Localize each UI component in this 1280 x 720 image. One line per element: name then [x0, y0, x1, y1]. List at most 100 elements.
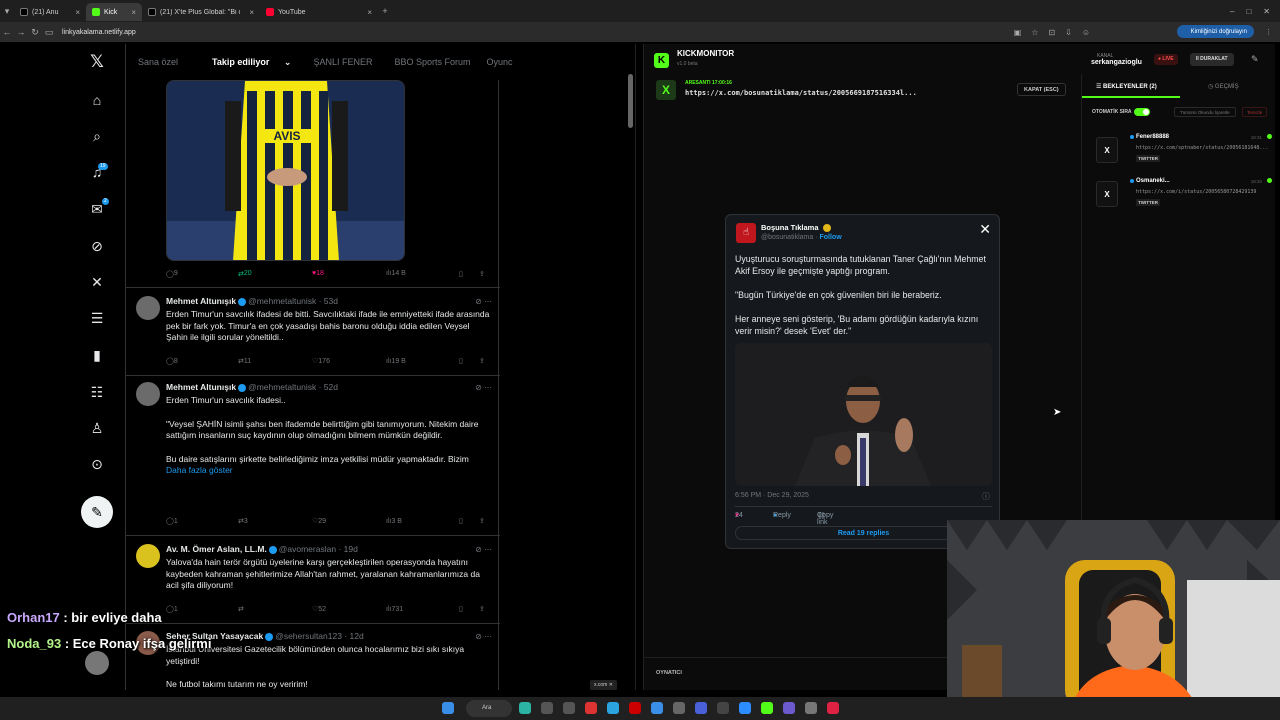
card-author[interactable]: Boşuna Tıklama: [761, 223, 833, 233]
start-icon[interactable]: [442, 702, 454, 714]
menu-icon[interactable]: ⋮: [1265, 28, 1272, 36]
bookmarks-icon[interactable]: ▮: [89, 347, 105, 363]
card-avatar[interactable]: ☝: [736, 223, 756, 243]
close-tab-icon[interactable]: ×: [131, 8, 136, 17]
grok-icon[interactable]: ⊘: [89, 238, 105, 254]
tab-following[interactable]: Takip ediliyor ⌄: [200, 57, 291, 68]
card-video[interactable]: [735, 343, 992, 486]
tab-bbo-sports[interactable]: BBO Sports Forum: [394, 57, 470, 67]
clear-button[interactable]: Temizle: [1242, 107, 1268, 117]
repost-button[interactable]: ⇄ 20: [238, 270, 252, 278]
repost-button[interactable]: ⇄ 3: [238, 516, 248, 528]
app-icon[interactable]: [695, 702, 707, 714]
bookmark-icon[interactable]: ▯: [459, 604, 463, 616]
close-window-icon[interactable]: ✕: [1263, 7, 1270, 16]
close-icon[interactable]: ✕: [979, 221, 991, 238]
repost-button[interactable]: ⇄ 11: [238, 356, 251, 368]
show-more-link[interactable]: Daha fazla göster: [166, 465, 492, 477]
taskbar-search[interactable]: Ara: [466, 700, 512, 717]
auto-queue-toggle[interactable]: [1134, 108, 1150, 116]
tab-oyunc[interactable]: Oyunc: [487, 57, 513, 67]
minimize-icon[interactable]: –: [1230, 7, 1234, 16]
tab-sanli-fener[interactable]: ŞANLI FENER: [313, 57, 372, 67]
tab-kick[interactable]: Kick ×: [86, 3, 142, 21]
bookmark-icon[interactable]: ▯: [459, 516, 463, 528]
bookmark-icon[interactable]: ▯: [459, 356, 463, 368]
tweet-author[interactable]: Mehmet Altunışık @mehmetaltunisk · 52d: [166, 382, 338, 394]
netflix-icon[interactable]: [629, 702, 641, 714]
more-options-icon[interactable]: ⊘ ⋯: [475, 382, 492, 394]
tweet-2[interactable]: Mehmet Altunışık @mehmetaltunisk · 52d ⊘ …: [126, 382, 500, 536]
repost-button[interactable]: ⇄: [238, 604, 244, 616]
views-count[interactable]: ılı 3 B: [386, 516, 402, 528]
reply-button[interactable]: ◯ 8: [166, 356, 178, 368]
mark-all-read-button[interactable]: Tümünü Okundu İşaretle: [1174, 107, 1236, 117]
tab-for-you[interactable]: Sana özel: [138, 57, 178, 67]
bookmark-icon[interactable]: ▯: [459, 270, 463, 278]
zoom-icon[interactable]: [739, 702, 751, 714]
telegram-icon[interactable]: [607, 702, 619, 714]
queue-item[interactable]: X Fener88888 https://x.com/sptnaber/stat…: [1092, 133, 1274, 171]
edit-icon[interactable]: ✎: [1251, 54, 1259, 65]
communities-icon[interactable]: ☷: [89, 384, 105, 400]
like-button[interactable]: ♡ 29: [312, 516, 326, 528]
reply-button[interactable]: ◯ 9: [166, 270, 178, 278]
app-icon[interactable]: [541, 702, 553, 714]
x-logo-icon[interactable]: 𝕏: [89, 53, 105, 70]
maximize-icon[interactable]: □: [1246, 7, 1251, 16]
verify-identity-button[interactable]: Kimliğinizi doğrulayın: [1176, 25, 1254, 38]
pause-button[interactable]: II DURAKLAT: [1190, 53, 1234, 66]
more-icon[interactable]: ⊙: [89, 456, 105, 472]
tweet-author[interactable]: Mehmet Altunışık @mehmetaltunisk · 53d: [166, 296, 338, 308]
info-icon[interactable]: ⓘ: [982, 491, 990, 502]
share-icon[interactable]: ⇪: [479, 270, 485, 278]
reply-button[interactable]: ◯ 1: [166, 604, 178, 616]
app-icon[interactable]: [585, 702, 597, 714]
tab-menu-icon[interactable]: ▾: [0, 6, 14, 17]
like-button[interactable]: ♡ 52: [312, 604, 326, 616]
app-icon[interactable]: [673, 702, 685, 714]
follow-button[interactable]: Follow: [819, 234, 841, 241]
views-count[interactable]: ılı 14 B: [386, 270, 406, 277]
share-icon[interactable]: ⇪: [479, 604, 485, 616]
app-icon[interactable]: [783, 702, 795, 714]
views-count[interactable]: ılı 731: [386, 604, 403, 616]
avatar[interactable]: [136, 296, 160, 320]
app-icon[interactable]: [519, 702, 531, 714]
profile-icon[interactable]: ♙: [89, 420, 105, 436]
account-avatar[interactable]: [85, 651, 109, 675]
url-field[interactable]: linkyakalama.netlify.app: [62, 29, 136, 36]
chrome-icon[interactable]: [651, 702, 663, 714]
app-icon[interactable]: [827, 702, 839, 714]
home-icon[interactable]: ⌂: [89, 92, 105, 108]
back-icon[interactable]: ←: [0, 27, 14, 37]
mini-tab[interactable]: x.com ✕: [590, 680, 617, 690]
tab-x-1[interactable]: (21) Anu ×: [14, 3, 86, 21]
tweet-1[interactable]: Mehmet Altunışık @mehmetaltunisk · 53d ⊘ …: [126, 296, 500, 376]
reply-button[interactable]: ◯ 1: [166, 516, 178, 528]
more-options-icon[interactable]: ⊘ ⋯: [475, 296, 492, 308]
tab-history[interactable]: ◷ GEÇMİŞ: [1208, 83, 1239, 90]
site-info-icon[interactable]: ▭: [42, 27, 56, 38]
kick-icon[interactable]: [761, 702, 773, 714]
avatar[interactable]: [136, 544, 160, 568]
search-icon[interactable]: ⌕: [89, 128, 105, 144]
like-button[interactable]: ♡ 176: [312, 356, 330, 368]
close-tab-icon[interactable]: ×: [367, 8, 372, 17]
lists-icon[interactable]: ☰: [89, 310, 105, 326]
share-icon[interactable]: ⇪: [479, 356, 485, 368]
queue-item[interactable]: X Osmaneki... https://x.com/i/status/200…: [1092, 177, 1274, 215]
toolbar-icons[interactable]: ▣☆⊡⇩☺: [1014, 28, 1100, 37]
more-options-icon[interactable]: ⊘ ⋯: [475, 631, 492, 643]
avatar[interactable]: [136, 382, 160, 406]
app-icon[interactable]: [563, 702, 575, 714]
more-options-icon[interactable]: ⊘ ⋯: [475, 544, 492, 556]
app-icon[interactable]: [717, 702, 729, 714]
tab-waiting[interactable]: ☰ BEKLEYENLER (2): [1096, 83, 1157, 90]
forward-icon[interactable]: →: [14, 27, 28, 37]
share-icon[interactable]: ⇪: [479, 516, 485, 528]
premium-x-icon[interactable]: ✕: [89, 274, 105, 290]
tweet-3[interactable]: Av. M. Ömer Aslan, LL.M. @avomeraslan · 1…: [126, 544, 500, 624]
close-tab-icon[interactable]: ×: [249, 8, 254, 17]
compose-post-button[interactable]: ✎: [81, 496, 113, 528]
